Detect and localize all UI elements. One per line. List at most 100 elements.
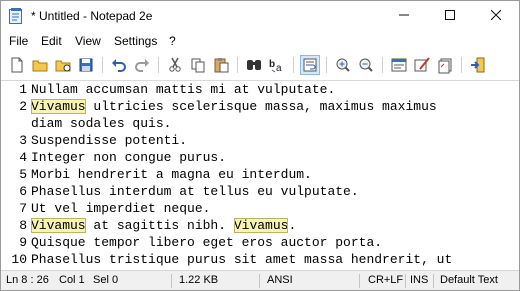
status-size: 1.22 KB	[179, 274, 219, 286]
window-title: * Untitled - Notepad 2e	[31, 9, 153, 23]
status-scheme[interactable]: Default Text	[440, 274, 498, 286]
exit-icon	[471, 57, 485, 73]
menu-view[interactable]: View	[75, 34, 101, 48]
cut-button[interactable]	[165, 55, 185, 75]
toolbar: ba	[1, 52, 519, 78]
find-button[interactable]	[244, 55, 264, 75]
line-text: Phasellus interdum at tellus eu vulputat…	[31, 183, 359, 200]
svg-text:b: b	[269, 59, 275, 70]
scheme-button[interactable]	[389, 55, 409, 75]
browse-button[interactable]	[53, 55, 73, 75]
line-number: 4	[19, 150, 27, 165]
browse-icon	[55, 60, 71, 72]
replace-icon: ba	[269, 59, 282, 74]
line-number: 5	[19, 167, 27, 182]
zoom-out-button[interactable]	[356, 55, 376, 75]
toolbar-separator	[102, 57, 103, 73]
line-text: Quisque tempor libero eget eros auctor p…	[31, 234, 382, 251]
menu-bar: File Edit View Settings ?	[1, 33, 519, 51]
status-separator	[359, 274, 360, 288]
title-bar[interactable]: * Untitled - Notepad 2e	[1, 1, 519, 31]
text-run: at sagittis nibh.	[85, 218, 234, 233]
line-text: Integer non congue purus.	[31, 149, 226, 166]
text-editor[interactable]: 1 Nullam accumsan mattis mi at vulputate.…	[1, 80, 519, 270]
paste-icon	[214, 58, 229, 73]
line-number: 8	[19, 218, 27, 233]
editor-line[interactable]: 6 Phasellus interdum at tellus eu vulputa…	[1, 183, 519, 200]
search-highlight: Vivamus	[31, 218, 86, 233]
line-text: Morbi hendrerit a magna eu interdum.	[31, 166, 312, 183]
editor-line[interactable]: 4 Integer non congue purus.	[1, 149, 519, 166]
status-column: Col 1	[59, 274, 85, 286]
text-run: Phasellus interdum at tellus eu vulputat…	[31, 184, 359, 199]
status-separator	[433, 274, 434, 288]
line-number: 9	[19, 235, 27, 250]
copy-icon	[191, 58, 205, 73]
menu-help[interactable]: ?	[169, 34, 176, 48]
search-highlight: Vivamus	[233, 218, 289, 233]
redo-button[interactable]	[132, 55, 152, 75]
text-run: Morbi hendrerit a magna eu interdum.	[31, 167, 312, 182]
minimize-icon	[399, 14, 409, 16]
editor-line[interactable]: 8 Vivamus at sagittis nibh. Vivamus.	[1, 217, 519, 234]
text-run: Ut vel imperdiet neque.	[31, 201, 211, 216]
close-button[interactable]	[473, 1, 519, 31]
status-bar: Ln 8 : 26 Col 1 Sel 0 1.22 KB ANSI CR+LF…	[1, 270, 519, 290]
status-line-endings[interactable]: CR+LF	[368, 274, 403, 286]
maximize-button[interactable]	[427, 1, 473, 31]
redo-icon	[135, 59, 149, 72]
editor-line[interactable]: 9 Quisque tempor libero eget eros auctor …	[1, 234, 519, 251]
line-number: 3	[19, 133, 27, 148]
new-window-button[interactable]	[435, 55, 455, 75]
line-number: 2	[19, 99, 27, 114]
menu-file[interactable]: File	[9, 34, 28, 48]
menu-edit[interactable]: Edit	[41, 34, 62, 48]
line-text: Nullam accumsan mattis mi at vulputate.	[31, 81, 335, 98]
save-icon	[79, 58, 93, 72]
line-text: diam sodales quis.	[31, 115, 171, 132]
editor-line[interactable]: 5 Morbi hendrerit a magna eu interdum.	[1, 166, 519, 183]
zoom-in-button[interactable]	[333, 55, 353, 75]
save-button[interactable]	[76, 55, 96, 75]
status-separator	[259, 274, 260, 288]
editor-line-wrap[interactable]: diam sodales quis.	[1, 115, 519, 132]
word-wrap-button[interactable]	[300, 55, 320, 75]
text-run: Quisque tempor libero eget eros auctor p…	[31, 235, 383, 250]
text-run: diam sodales quis.	[31, 116, 172, 131]
editor-line[interactable]: 1 Nullam accumsan mattis mi at vulputate.	[1, 81, 519, 98]
editor-line[interactable]: 3 Suspendisse potenti.	[1, 132, 519, 149]
editor-line[interactable]: 2 Vivamus ultricies scelerisque massa, ma…	[1, 98, 519, 115]
status-encoding[interactable]: ANSI	[267, 274, 293, 286]
line-number: 7	[19, 201, 27, 216]
toolbar-separator	[461, 57, 462, 73]
minimize-button[interactable]	[381, 1, 427, 31]
open-icon	[32, 60, 48, 72]
zoom-in-icon	[336, 58, 350, 72]
new-button[interactable]	[7, 55, 27, 75]
undo-icon	[112, 59, 126, 72]
status-insert-mode: INS	[410, 274, 429, 286]
line-text: Ut vel imperdiet neque.	[31, 200, 210, 217]
customize-schemes-icon	[414, 57, 430, 72]
menu-settings[interactable]: Settings	[114, 34, 157, 48]
paste-button[interactable]	[211, 55, 231, 75]
open-button[interactable]	[30, 55, 50, 75]
status-separator	[171, 274, 172, 288]
line-number: 6	[19, 184, 27, 199]
line-text: Vivamus ultricies scelerisque massa, max…	[31, 98, 437, 115]
customize-schemes-button[interactable]	[412, 55, 432, 75]
editor-line[interactable]: 10 Phasellus tristique purus sit amet mas…	[1, 251, 519, 268]
scheme-icon	[391, 58, 407, 72]
toolbar-separator	[293, 57, 294, 73]
copy-button[interactable]	[188, 55, 208, 75]
undo-button[interactable]	[109, 55, 129, 75]
status-position: Ln 8 : 26	[6, 274, 49, 286]
find-icon	[247, 60, 261, 70]
text-run: Nullam accumsan mattis mi at vulputate.	[31, 82, 336, 97]
status-selection: Sel 0	[93, 274, 119, 286]
replace-button[interactable]: ba	[267, 55, 287, 75]
editor-line[interactable]: 7 Ut vel imperdiet neque.	[1, 200, 519, 217]
new-icon	[11, 57, 23, 73]
exit-button[interactable]	[468, 55, 488, 75]
toolbar-separator	[382, 57, 383, 73]
